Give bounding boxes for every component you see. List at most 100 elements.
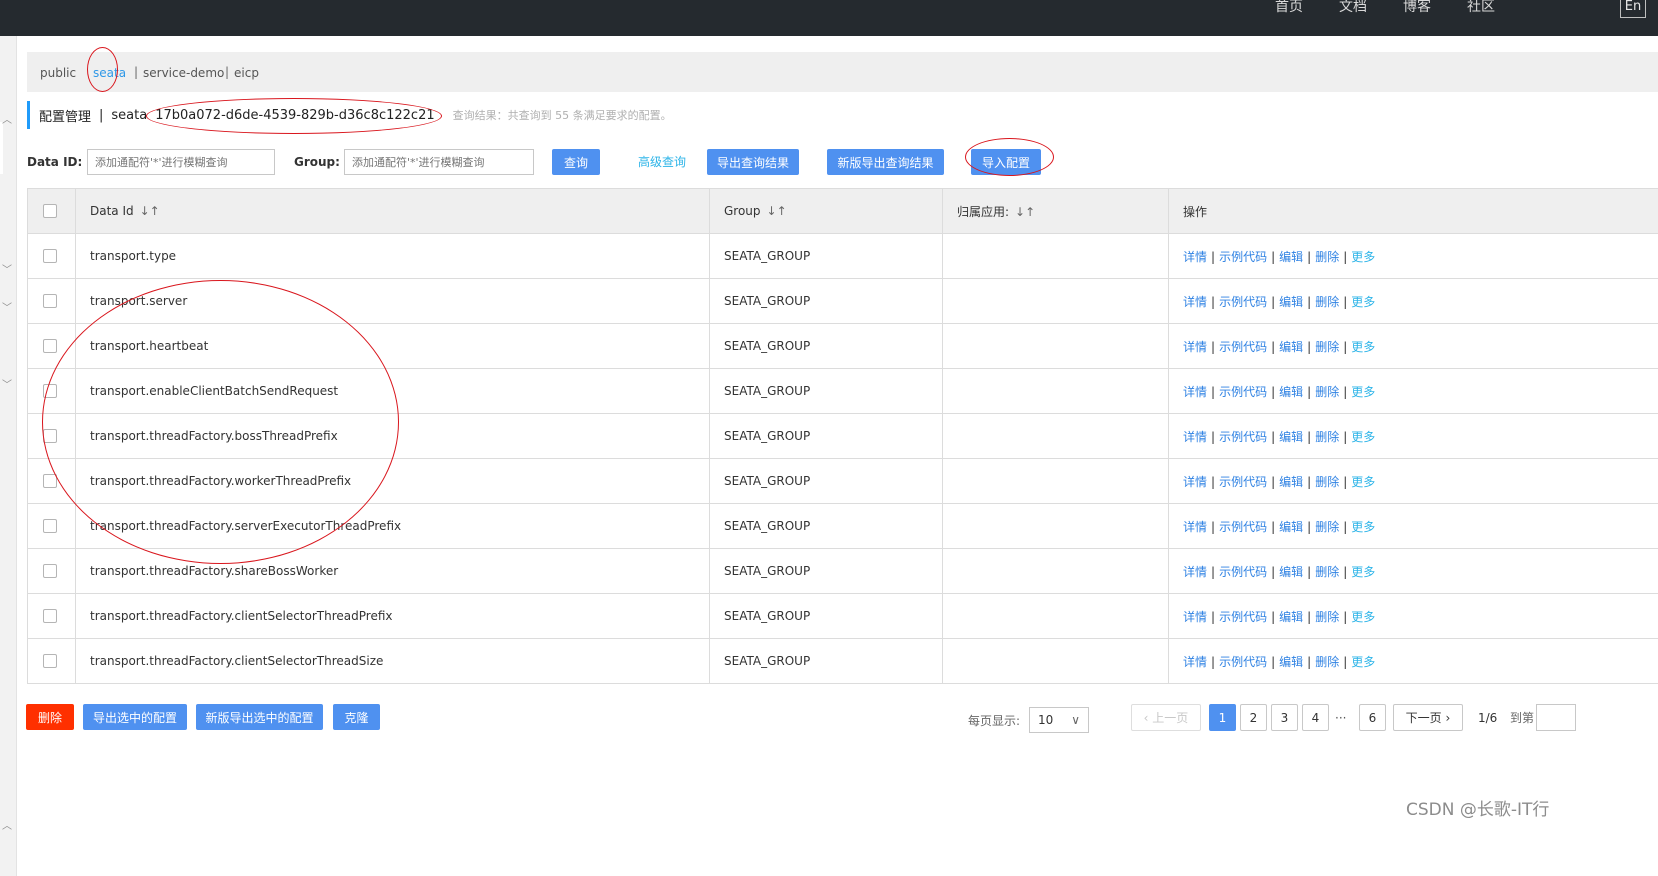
language-switch[interactable]: En bbox=[1620, 0, 1646, 18]
export-results-button[interactable]: 导出查询结果 bbox=[707, 149, 799, 175]
delete-link[interactable]: 删除 bbox=[1315, 655, 1339, 669]
nav-blog[interactable]: 博客 bbox=[1403, 0, 1431, 14]
column-app[interactable]: 归属应用: ↓↑ bbox=[942, 188, 1169, 234]
clone-button[interactable]: 克隆 bbox=[333, 704, 380, 730]
sort-icon[interactable]: ↓↑ bbox=[767, 204, 787, 218]
details-link[interactable]: 详情 bbox=[1183, 655, 1207, 669]
delete-link[interactable]: 删除 bbox=[1315, 385, 1339, 399]
row-checkbox[interactable] bbox=[43, 384, 57, 399]
details-link[interactable]: 详情 bbox=[1183, 520, 1207, 534]
nav-docs[interactable]: 文档 bbox=[1339, 0, 1367, 14]
row-checkbox[interactable] bbox=[43, 474, 57, 489]
more-link[interactable]: 更多 bbox=[1351, 655, 1375, 669]
edit-link[interactable]: 编辑 bbox=[1279, 295, 1303, 309]
sample-code-link[interactable]: 示例代码 bbox=[1219, 250, 1267, 264]
column-data-id[interactable]: Data Id ↓↑ bbox=[75, 188, 710, 234]
edit-link[interactable]: 编辑 bbox=[1279, 340, 1303, 354]
more-link[interactable]: 更多 bbox=[1351, 385, 1375, 399]
chevron-up-icon[interactable]: ︿ bbox=[2, 116, 12, 126]
nav-home[interactable]: 首页 bbox=[1275, 0, 1303, 14]
goto-page-input[interactable] bbox=[1536, 704, 1576, 731]
namespace-service-demo[interactable]: service-demo bbox=[143, 66, 224, 80]
select-all-checkbox[interactable] bbox=[43, 204, 57, 219]
sample-code-link[interactable]: 示例代码 bbox=[1219, 385, 1267, 399]
sample-code-link[interactable]: 示例代码 bbox=[1219, 610, 1267, 624]
more-link[interactable]: 更多 bbox=[1351, 295, 1375, 309]
chevron-down-icon[interactable]: ﹀ bbox=[2, 304, 12, 314]
page-button-6[interactable]: 6 bbox=[1359, 704, 1386, 731]
delete-button[interactable]: 删除 bbox=[26, 704, 74, 730]
details-link[interactable]: 详情 bbox=[1183, 430, 1207, 444]
sort-icon[interactable]: ↓↑ bbox=[140, 204, 160, 218]
sample-code-link[interactable]: 示例代码 bbox=[1219, 520, 1267, 534]
more-link[interactable]: 更多 bbox=[1351, 520, 1375, 534]
delete-link[interactable]: 删除 bbox=[1315, 610, 1339, 624]
delete-link[interactable]: 删除 bbox=[1315, 340, 1339, 354]
data-id-input[interactable] bbox=[87, 149, 275, 175]
edit-link[interactable]: 编辑 bbox=[1279, 430, 1303, 444]
chevron-down-icon[interactable]: ﹀ bbox=[2, 381, 12, 391]
more-link[interactable]: 更多 bbox=[1351, 340, 1375, 354]
export-selected-button[interactable]: 导出选中的配置 bbox=[83, 704, 187, 730]
import-config-button[interactable]: 导入配置 bbox=[971, 149, 1041, 175]
prev-page-button[interactable]: ‹ 上一页 bbox=[1131, 704, 1201, 731]
delete-link[interactable]: 删除 bbox=[1315, 295, 1339, 309]
more-link[interactable]: 更多 bbox=[1351, 430, 1375, 444]
page-button-2[interactable]: 2 bbox=[1240, 704, 1267, 731]
sample-code-link[interactable]: 示例代码 bbox=[1219, 430, 1267, 444]
chevron-down-icon[interactable]: ﹀ bbox=[2, 266, 12, 276]
details-link[interactable]: 详情 bbox=[1183, 565, 1207, 579]
group-input[interactable] bbox=[344, 149, 534, 175]
namespace-public[interactable]: public bbox=[40, 66, 76, 80]
query-button[interactable]: 查询 bbox=[552, 149, 600, 175]
edit-link[interactable]: 编辑 bbox=[1279, 475, 1303, 489]
namespace-seata[interactable]: seata bbox=[93, 66, 126, 80]
edit-link[interactable]: 编辑 bbox=[1279, 250, 1303, 264]
details-link[interactable]: 详情 bbox=[1183, 385, 1207, 399]
advanced-query-link[interactable]: 高级查询 bbox=[638, 155, 686, 169]
edit-link[interactable]: 编辑 bbox=[1279, 520, 1303, 534]
row-checkbox[interactable] bbox=[43, 249, 57, 264]
row-checkbox[interactable] bbox=[43, 564, 57, 579]
details-link[interactable]: 详情 bbox=[1183, 475, 1207, 489]
new-export-selected-button[interactable]: 新版导出选中的配置 bbox=[196, 704, 323, 730]
sample-code-link[interactable]: 示例代码 bbox=[1219, 475, 1267, 489]
delete-link[interactable]: 删除 bbox=[1315, 565, 1339, 579]
page-size-select[interactable]: 10 ∨ bbox=[1029, 707, 1089, 733]
row-checkbox[interactable] bbox=[43, 294, 57, 309]
sample-code-link[interactable]: 示例代码 bbox=[1219, 655, 1267, 669]
more-link[interactable]: 更多 bbox=[1351, 610, 1375, 624]
more-link[interactable]: 更多 bbox=[1351, 250, 1375, 264]
edit-link[interactable]: 编辑 bbox=[1279, 385, 1303, 399]
delete-link[interactable]: 删除 bbox=[1315, 475, 1339, 489]
details-link[interactable]: 详情 bbox=[1183, 340, 1207, 354]
sample-code-link[interactable]: 示例代码 bbox=[1219, 295, 1267, 309]
details-link[interactable]: 详情 bbox=[1183, 610, 1207, 624]
row-checkbox[interactable] bbox=[43, 429, 57, 444]
new-export-results-button[interactable]: 新版导出查询结果 bbox=[827, 149, 944, 175]
sort-icon[interactable]: ↓↑ bbox=[1015, 205, 1035, 219]
next-page-button[interactable]: 下一页 › bbox=[1393, 704, 1463, 731]
page-button-1[interactable]: 1 bbox=[1209, 704, 1236, 731]
details-link[interactable]: 详情 bbox=[1183, 295, 1207, 309]
chevron-up-icon[interactable]: ︿ bbox=[2, 822, 12, 832]
delete-link[interactable]: 删除 bbox=[1315, 520, 1339, 534]
namespace-eicp[interactable]: eicp bbox=[234, 66, 259, 80]
page-button-3[interactable]: 3 bbox=[1271, 704, 1298, 731]
nav-community[interactable]: 社区 bbox=[1467, 0, 1495, 14]
sample-code-link[interactable]: 示例代码 bbox=[1219, 340, 1267, 354]
column-group[interactable]: Group ↓↑ bbox=[709, 188, 943, 234]
row-checkbox[interactable] bbox=[43, 609, 57, 624]
delete-link[interactable]: 删除 bbox=[1315, 250, 1339, 264]
row-checkbox[interactable] bbox=[43, 519, 57, 534]
delete-link[interactable]: 删除 bbox=[1315, 430, 1339, 444]
details-link[interactable]: 详情 bbox=[1183, 250, 1207, 264]
more-link[interactable]: 更多 bbox=[1351, 565, 1375, 579]
edit-link[interactable]: 编辑 bbox=[1279, 655, 1303, 669]
row-checkbox[interactable] bbox=[43, 339, 57, 354]
sidebar-handle[interactable] bbox=[0, 122, 3, 174]
sample-code-link[interactable]: 示例代码 bbox=[1219, 565, 1267, 579]
more-link[interactable]: 更多 bbox=[1351, 475, 1375, 489]
page-button-4[interactable]: 4 bbox=[1302, 704, 1329, 731]
row-checkbox[interactable] bbox=[43, 654, 57, 669]
